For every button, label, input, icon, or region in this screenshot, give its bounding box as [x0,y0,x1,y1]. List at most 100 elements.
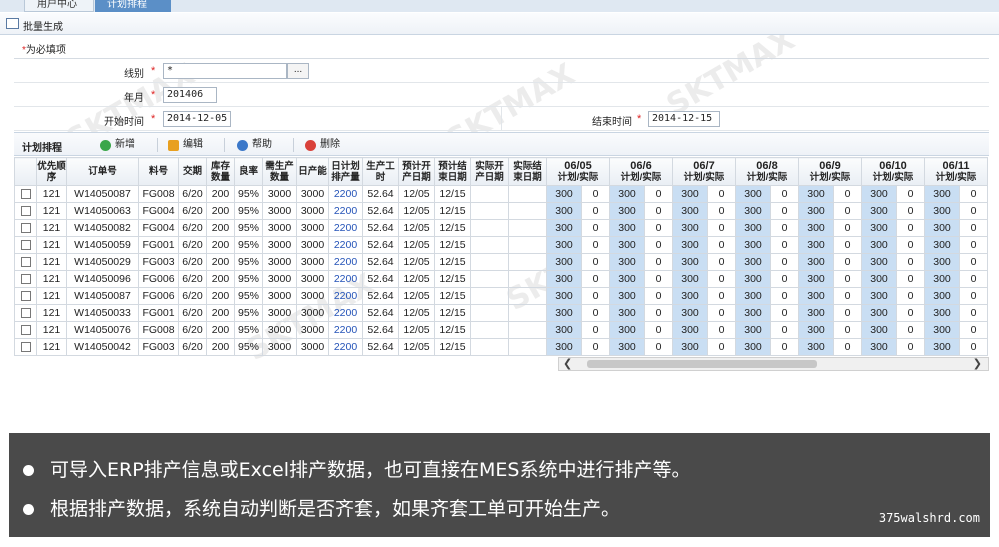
actual-cell[interactable]: 0 [644,202,673,220]
actual-cell[interactable]: 0 [833,185,862,203]
plan-cell[interactable]: 300 [546,287,582,305]
plan-cell[interactable]: 300 [609,304,645,322]
plan-cell[interactable]: 300 [672,321,708,339]
plan-cell[interactable]: 300 [861,270,897,288]
plan-cell[interactable]: 300 [609,185,645,203]
plan-cell[interactable]: 300 [546,270,582,288]
row-checkbox[interactable] [20,291,31,302]
actual-cell[interactable]: 0 [770,236,799,254]
actual-cell[interactable]: 0 [707,304,736,322]
plan-cell[interactable]: 300 [735,321,771,339]
column-header[interactable]: 实际结束日期 [508,157,547,186]
plan-cell[interactable]: 300 [924,287,960,305]
plan-cell[interactable]: 300 [861,287,897,305]
plan-cell[interactable]: 300 [798,185,834,203]
actual-cell[interactable]: 0 [770,270,799,288]
actual-cell[interactable]: 0 [770,338,799,356]
edit-button[interactable]: 编辑 [168,138,203,152]
actual-cell[interactable]: 0 [644,338,673,356]
actual-cell[interactable]: 0 [959,253,988,271]
plan-cell[interactable]: 300 [798,219,834,237]
day-column-header[interactable]: 06/05 计划/实际 [546,157,610,186]
plan-cell[interactable]: 300 [798,338,834,356]
scroll-right-icon[interactable]: ❯ [973,357,982,370]
day-column-header[interactable]: 06/9 计划/实际 [798,157,862,186]
actual-cell[interactable]: 0 [959,236,988,254]
plan-cell[interactable]: 300 [924,270,960,288]
help-button[interactable]: 帮助 [237,138,272,152]
plan-cell[interactable]: 300 [609,202,645,220]
actual-cell[interactable]: 0 [770,185,799,203]
line-input[interactable]: * [163,63,287,79]
tab-user-center[interactable]: 用户中心 [24,0,94,12]
actual-cell[interactable]: 0 [833,321,862,339]
plan-cell[interactable]: 300 [735,202,771,220]
plan-cell[interactable]: 300 [609,253,645,271]
month-input[interactable]: 201406 [163,87,217,103]
day-column-header[interactable]: 06/7 计划/实际 [672,157,736,186]
actual-cell[interactable]: 0 [581,185,610,203]
plan-cell[interactable]: 300 [546,236,582,254]
plan-cell[interactable]: 300 [735,236,771,254]
plan-cell[interactable]: 300 [924,338,960,356]
table-row[interactable]: 121 W14050087 FG006 6/20 200 95% 3000 3000 2200 5… [14,287,988,305]
actual-cell[interactable]: 0 [833,304,862,322]
actual-cell[interactable]: 0 [896,219,925,237]
column-header[interactable]: 日产能 [296,157,329,186]
actual-cell[interactable]: 0 [644,304,673,322]
plan-cell[interactable]: 300 [861,304,897,322]
plan-cell[interactable]: 300 [672,270,708,288]
actual-cell[interactable]: 0 [833,202,862,220]
plan-cell[interactable]: 300 [924,253,960,271]
plan-cell[interactable]: 300 [861,185,897,203]
actual-cell[interactable]: 0 [581,202,610,220]
plan-cell[interactable]: 300 [672,219,708,237]
plan-cell[interactable]: 300 [546,338,582,356]
actual-cell[interactable]: 0 [959,304,988,322]
actual-cell[interactable]: 0 [896,185,925,203]
plan-cell[interactable]: 300 [924,304,960,322]
plan-cell[interactable]: 300 [672,202,708,220]
batch-generate-button[interactable]: 批量生成 [23,18,63,33]
actual-cell[interactable]: 0 [833,236,862,254]
plan-cell[interactable]: 300 [798,287,834,305]
actual-cell[interactable]: 0 [770,219,799,237]
actual-cell[interactable]: 0 [959,338,988,356]
plan-cell[interactable]: 300 [861,321,897,339]
actual-cell[interactable]: 0 [833,270,862,288]
actual-cell[interactable]: 0 [707,202,736,220]
plan-cell[interactable]: 300 [735,338,771,356]
actual-cell[interactable]: 0 [833,287,862,305]
row-checkbox[interactable] [20,189,31,200]
actual-cell[interactable]: 0 [833,338,862,356]
actual-cell[interactable]: 0 [644,253,673,271]
actual-cell[interactable]: 0 [644,270,673,288]
actual-cell[interactable]: 0 [959,219,988,237]
plan-cell[interactable]: 300 [672,338,708,356]
plan-cell[interactable]: 300 [546,253,582,271]
actual-cell[interactable]: 0 [770,304,799,322]
actual-cell[interactable]: 0 [581,270,610,288]
actual-cell[interactable]: 0 [770,287,799,305]
actual-cell[interactable]: 0 [707,321,736,339]
plan-cell[interactable]: 300 [861,253,897,271]
actual-cell[interactable]: 0 [896,321,925,339]
actual-cell[interactable]: 0 [896,287,925,305]
delete-button[interactable]: 删除 [305,138,340,152]
end-date-input[interactable]: 2014-12-15 [648,111,720,127]
actual-cell[interactable]: 0 [581,338,610,356]
plan-cell[interactable]: 300 [546,321,582,339]
table-row[interactable]: 121 W14050029 FG003 6/20 200 95% 3000 3000 2200 5… [14,253,988,271]
actual-cell[interactable]: 0 [707,185,736,203]
column-header[interactable]: 日计划排产量 [328,157,363,186]
plan-cell[interactable]: 300 [735,304,771,322]
actual-cell[interactable]: 0 [833,219,862,237]
actual-cell[interactable]: 0 [896,304,925,322]
plan-cell[interactable]: 300 [861,236,897,254]
actual-cell[interactable]: 0 [581,219,610,237]
day-column-header[interactable]: 06/10 计划/实际 [861,157,925,186]
table-row[interactable]: 121 W14050076 FG008 6/20 200 95% 3000 3000 2200 5… [14,321,988,339]
plan-cell[interactable]: 300 [861,202,897,220]
scroll-thumb[interactable] [587,360,817,368]
table-row[interactable]: 121 W14050063 FG004 6/20 200 95% 3000 3000 2200 5… [14,202,988,220]
